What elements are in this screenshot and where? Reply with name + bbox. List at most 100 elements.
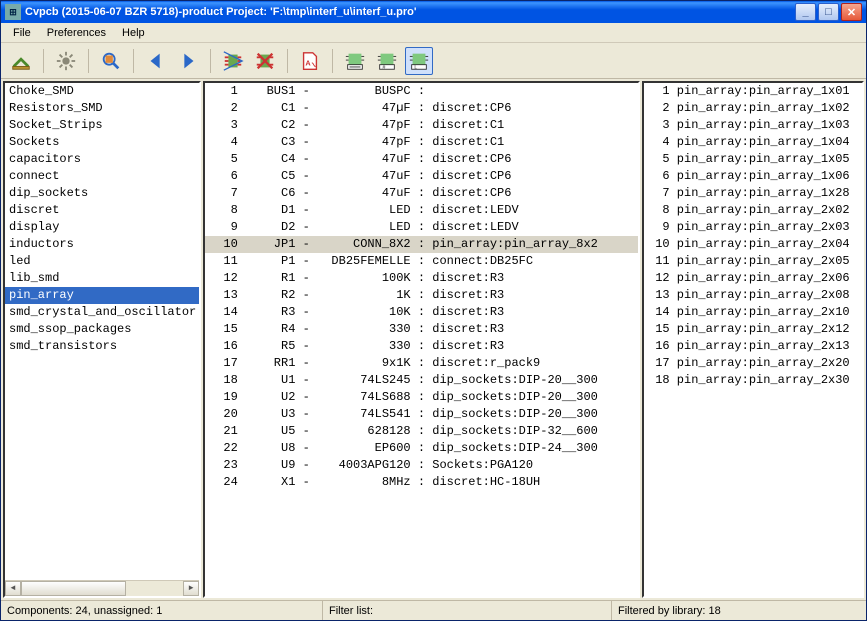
- window-buttons: _ □ ✕: [795, 3, 862, 21]
- component-row[interactable]: 16 R5 - 330 : discret:R3: [205, 338, 638, 355]
- component-row[interactable]: 11 P1 - DB25FEMELLE : connect:DB25FC: [205, 253, 638, 270]
- window-title: Cvpcb (2015-06-07 BZR 5718)-product Proj…: [25, 6, 795, 18]
- library-item[interactable]: smd_ssop_packages: [5, 321, 199, 338]
- component-row[interactable]: 13 R2 - 1K : discret:R3: [205, 287, 638, 304]
- footprint-row[interactable]: 16 pin_array:pin_array_2x13: [644, 338, 862, 355]
- scroll-right-arrow[interactable]: ►: [183, 581, 199, 596]
- filter-library-button[interactable]: L: [405, 47, 433, 75]
- component-row[interactable]: 23 U9 - 4003APG120 : Sockets:PGA120: [205, 457, 638, 474]
- footprint-row[interactable]: 9 pin_array:pin_array_2x03: [644, 219, 862, 236]
- titlebar[interactable]: ⊞ Cvpcb (2015-06-07 BZR 5718)-product Pr…: [1, 1, 866, 23]
- component-row[interactable]: 9 D2 - LED : discret:LEDV: [205, 219, 638, 236]
- filter-keywords-button[interactable]: [341, 47, 369, 75]
- footprint-row[interactable]: 8 pin_array:pin_array_2x02: [644, 202, 862, 219]
- footprint-row[interactable]: 15 pin_array:pin_array_2x12: [644, 321, 862, 338]
- scroll-left-arrow[interactable]: ◄: [5, 581, 21, 596]
- separator: [88, 49, 89, 73]
- svg-text:L: L: [414, 64, 417, 70]
- library-item[interactable]: Sockets: [5, 134, 199, 151]
- separator: [210, 49, 211, 73]
- settings-button[interactable]: [52, 47, 80, 75]
- library-item[interactable]: Resistors_SMD: [5, 100, 199, 117]
- footprint-row[interactable]: 12 pin_array:pin_array_2x06: [644, 270, 862, 287]
- component-row[interactable]: 19 U2 - 74LS688 : dip_sockets:DIP-20__30…: [205, 389, 638, 406]
- footprint-row[interactable]: 11 pin_array:pin_array_2x05: [644, 253, 862, 270]
- component-row[interactable]: 5 C4 - 47uF : discret:CP6: [205, 151, 638, 168]
- component-row[interactable]: 7 C6 - 47uF : discret:CP6: [205, 185, 638, 202]
- separator: [43, 49, 44, 73]
- library-list-panel[interactable]: Choke_SMDResistors_SMDSocket_StripsSocke…: [3, 81, 201, 598]
- component-row[interactable]: 2 C1 - 47µF : discret:CP6: [205, 100, 638, 117]
- next-button[interactable]: [174, 47, 202, 75]
- component-row[interactable]: 24 X1 - 8MHz : discret:HC-18UH: [205, 474, 638, 491]
- toolbar: A # L: [1, 43, 866, 79]
- component-row[interactable]: 3 C2 - 47pF : discret:C1: [205, 117, 638, 134]
- scroll-track[interactable]: [21, 581, 183, 596]
- footprint-list-panel[interactable]: 1 pin_array:pin_array_1x01 2 pin_array:p…: [642, 81, 864, 598]
- component-row[interactable]: 22 U8 - EP600 : dip_sockets:DIP-24__300: [205, 440, 638, 457]
- save-button[interactable]: [7, 47, 35, 75]
- separator: [133, 49, 134, 73]
- footprint-row[interactable]: 18 pin_array:pin_array_2x30: [644, 372, 862, 389]
- component-row[interactable]: 20 U3 - 74LS541 : dip_sockets:DIP-20__30…: [205, 406, 638, 423]
- filter-pincount-button[interactable]: #: [373, 47, 401, 75]
- library-item[interactable]: pin_array: [5, 287, 199, 304]
- component-row[interactable]: 14 R3 - 10K : discret:R3: [205, 304, 638, 321]
- status-filter: Filter list:: [323, 601, 612, 620]
- library-item[interactable]: connect: [5, 168, 199, 185]
- auto-associate-button[interactable]: [219, 47, 247, 75]
- footprint-row[interactable]: 3 pin_array:pin_array_1x03: [644, 117, 862, 134]
- previous-button[interactable]: [142, 47, 170, 75]
- component-row[interactable]: 1 BUS1 - BUSPC :: [205, 83, 638, 100]
- documentation-button[interactable]: A: [296, 47, 324, 75]
- maximize-button[interactable]: □: [818, 3, 839, 21]
- view-footprint-button[interactable]: [97, 47, 125, 75]
- library-item[interactable]: Choke_SMD: [5, 83, 199, 100]
- svg-text:A: A: [305, 58, 311, 67]
- component-row[interactable]: 18 U1 - 74LS245 : dip_sockets:DIP-20__30…: [205, 372, 638, 389]
- footprint-row[interactable]: 4 pin_array:pin_array_1x04: [644, 134, 862, 151]
- component-row[interactable]: 8 D1 - LED : discret:LEDV: [205, 202, 638, 219]
- minimize-button[interactable]: _: [795, 3, 816, 21]
- menu-help[interactable]: Help: [114, 25, 153, 41]
- status-components: Components: 24, unassigned: 1: [1, 601, 323, 620]
- library-item[interactable]: display: [5, 219, 199, 236]
- footprint-row[interactable]: 6 pin_array:pin_array_1x06: [644, 168, 862, 185]
- component-row[interactable]: 6 C5 - 47uF : discret:CP6: [205, 168, 638, 185]
- component-row[interactable]: 15 R4 - 330 : discret:R3: [205, 321, 638, 338]
- component-row[interactable]: 10 JP1 - CONN_8X2 : pin_array:pin_array_…: [205, 236, 638, 253]
- footprint-row[interactable]: 7 pin_array:pin_array_1x28: [644, 185, 862, 202]
- library-item[interactable]: led: [5, 253, 199, 270]
- footprint-row[interactable]: 14 pin_array:pin_array_2x10: [644, 304, 862, 321]
- library-item[interactable]: discret: [5, 202, 199, 219]
- library-item[interactable]: smd_transistors: [5, 338, 199, 355]
- component-list-panel[interactable]: 1 BUS1 - BUSPC : 2 C1 - 47µF : discret:C…: [203, 81, 640, 598]
- footprint-row[interactable]: 10 pin_array:pin_array_2x04: [644, 236, 862, 253]
- library-item[interactable]: dip_sockets: [5, 185, 199, 202]
- footprint-row[interactable]: 2 pin_array:pin_array_1x02: [644, 100, 862, 117]
- scroll-thumb[interactable]: [21, 581, 126, 596]
- menu-file[interactable]: File: [5, 25, 39, 41]
- delete-associations-button[interactable]: [251, 47, 279, 75]
- status-filtered: Filtered by library: 18: [612, 601, 866, 620]
- horizontal-scrollbar[interactable]: ◄ ►: [5, 580, 199, 596]
- footprint-row[interactable]: 13 pin_array:pin_array_2x08: [644, 287, 862, 304]
- library-item[interactable]: smd_crystal_and_oscillator: [5, 304, 199, 321]
- separator: [287, 49, 288, 73]
- library-item[interactable]: Socket_Strips: [5, 117, 199, 134]
- library-item[interactable]: capacitors: [5, 151, 199, 168]
- menu-preferences[interactable]: Preferences: [39, 25, 114, 41]
- library-item[interactable]: inductors: [5, 236, 199, 253]
- component-row[interactable]: 4 C3 - 47pF : discret:C1: [205, 134, 638, 151]
- separator: [332, 49, 333, 73]
- footprint-row[interactable]: 1 pin_array:pin_array_1x01: [644, 83, 862, 100]
- component-row[interactable]: 12 R1 - 100K : discret:R3: [205, 270, 638, 287]
- footprint-row[interactable]: 17 pin_array:pin_array_2x20: [644, 355, 862, 372]
- component-row[interactable]: 17 RR1 - 9x1K : discret:r_pack9: [205, 355, 638, 372]
- footprint-row[interactable]: 5 pin_array:pin_array_1x05: [644, 151, 862, 168]
- library-item[interactable]: lib_smd: [5, 270, 199, 287]
- component-row[interactable]: 21 U5 - 628128 : dip_sockets:DIP-32__600: [205, 423, 638, 440]
- main-area: Choke_SMDResistors_SMDSocket_StripsSocke…: [1, 79, 866, 600]
- statusbar: Components: 24, unassigned: 1 Filter lis…: [1, 600, 866, 620]
- close-button[interactable]: ✕: [841, 3, 862, 21]
